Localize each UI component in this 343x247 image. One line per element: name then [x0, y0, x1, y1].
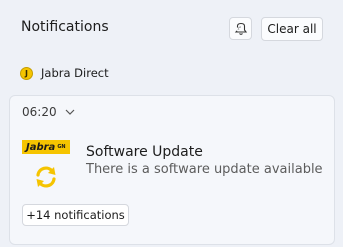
- do-not-disturb-icon: z z: [234, 22, 247, 35]
- sync-icon: [36, 166, 56, 188]
- notification-center-header: Notifications z z Clear all: [0, 0, 343, 56]
- clear-all-button[interactable]: Clear all: [261, 17, 323, 41]
- chevron-down-icon: [65, 109, 75, 115]
- app-group-header[interactable]: J Jabra Direct: [20, 64, 109, 82]
- page-title: Notifications: [21, 19, 109, 35]
- more-notifications-button[interactable]: +14 notifications: [22, 204, 129, 226]
- notification-body: There is a software update available: [86, 162, 323, 177]
- svg-text:z: z: [239, 25, 241, 29]
- do-not-disturb-button[interactable]: z z: [229, 17, 252, 40]
- notification-time-toggle[interactable]: 06:20: [22, 105, 75, 119]
- notification-title: Software Update: [86, 144, 203, 160]
- app-name: Jabra Direct: [41, 66, 109, 80]
- notification-card[interactable]: 06:20 Jabra GN Software Update There is a…: [9, 95, 335, 245]
- jabra-logo: Jabra GN: [22, 140, 70, 154]
- jabra-logo-text: Jabra: [26, 141, 56, 153]
- jabra-icon: J: [20, 66, 33, 80]
- notification-time: 06:20: [22, 105, 57, 119]
- jabra-logo-gn: GN: [57, 144, 66, 150]
